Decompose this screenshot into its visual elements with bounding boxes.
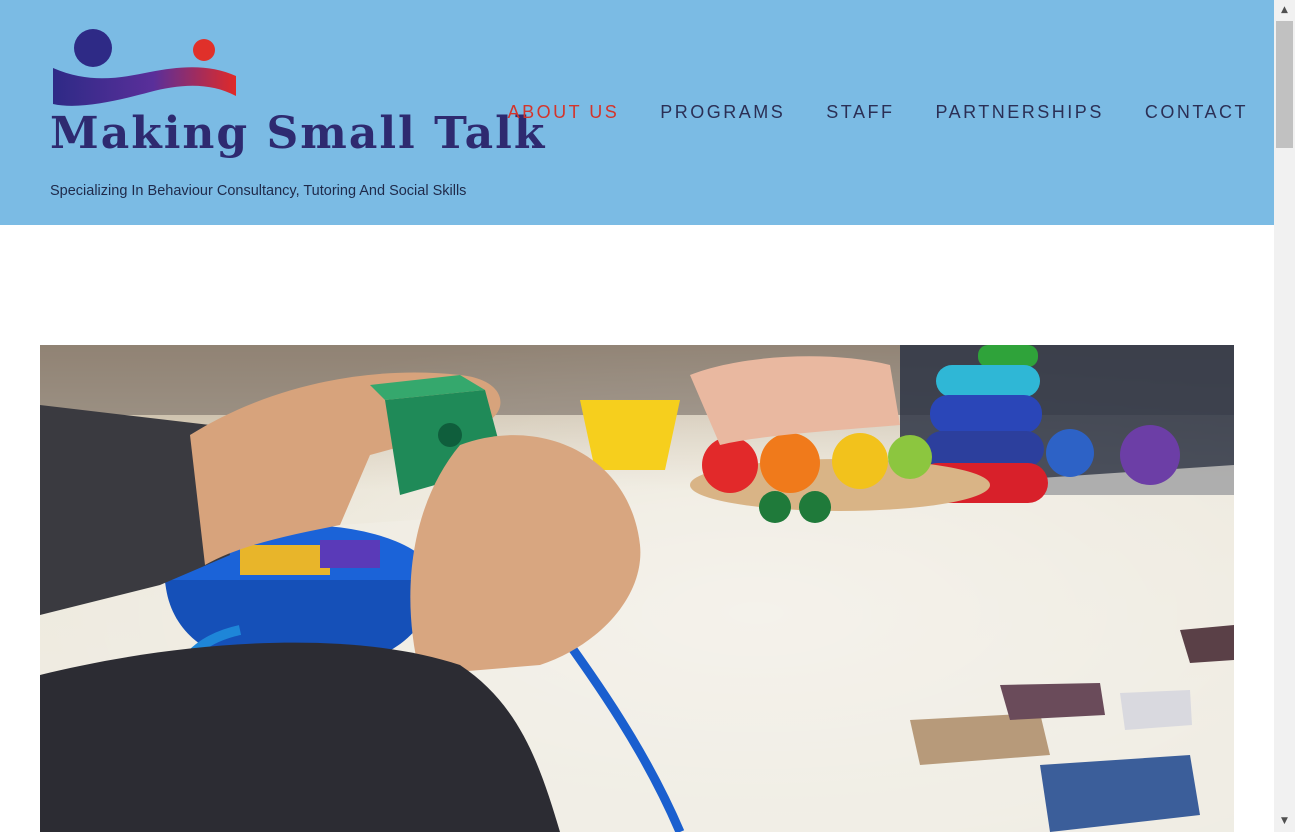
logo-link[interactable]	[50, 26, 240, 110]
nav-item-about-us[interactable]: ABOUT US	[508, 102, 620, 123]
site-tagline: Specializing In Behaviour Consultancy, T…	[50, 183, 467, 199]
scrollbar-thumb[interactable]	[1276, 21, 1293, 148]
main-nav: ABOUT US PROGRAMS STAFF PARTNERSHIPS CON…	[508, 102, 1248, 123]
nav-item-staff[interactable]: STAFF	[826, 102, 894, 123]
triangle-up-icon[interactable]: ▲	[1274, 0, 1295, 21]
nav-item-contact[interactable]: CONTACT	[1145, 102, 1248, 123]
hero-image	[40, 345, 1234, 832]
site-header: Making Small Talk Specializing In Behavi…	[0, 0, 1274, 225]
site-title[interactable]: Making Small Talk	[50, 108, 546, 159]
hero-photo-illustration	[40, 345, 1234, 832]
two-people-wave-logo-icon	[53, 29, 236, 106]
triangle-down-icon[interactable]: ▼	[1274, 811, 1295, 832]
nav-item-partnerships[interactable]: PARTNERSHIPS	[935, 102, 1103, 123]
vertical-scrollbar[interactable]: ▲ ▼	[1274, 0, 1295, 832]
nav-item-programs[interactable]: PROGRAMS	[660, 102, 785, 123]
